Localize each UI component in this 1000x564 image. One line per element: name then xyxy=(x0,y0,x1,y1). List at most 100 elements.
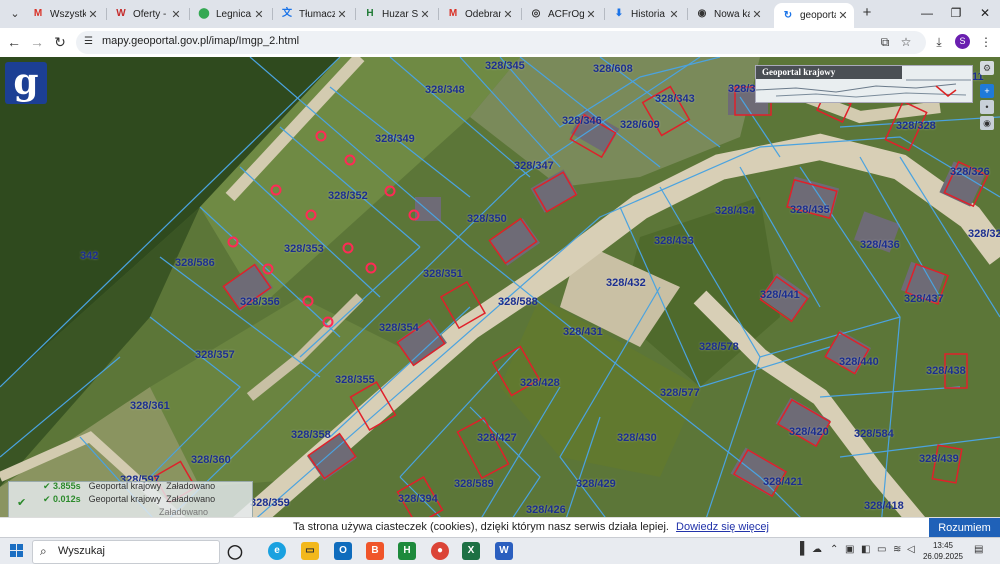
close-tab-icon[interactable]: ✕ xyxy=(252,8,266,21)
parcel-label: 328/588 xyxy=(498,296,538,308)
notifications-icon[interactable]: ▤ xyxy=(974,544,983,555)
menu-kebab-icon[interactable]: ⋮ xyxy=(978,34,994,50)
tab-label: ACFrOgC4 xyxy=(548,8,584,20)
chrome-icon[interactable]: ● xyxy=(431,542,449,560)
site-info-icon[interactable]: ☰ xyxy=(84,36,96,48)
onedrive-icon[interactable]: ☁ xyxy=(812,544,822,555)
parcel-label: 328/431 xyxy=(563,326,603,338)
outlook-icon[interactable]: O xyxy=(334,542,352,560)
taskbar-clock[interactable]: 13:45 26.09.2025 xyxy=(922,540,964,562)
parcel-label: 328/436 xyxy=(860,239,900,251)
tab-3[interactable]: 文 Tłumacz G✕ xyxy=(273,3,353,25)
cookie-message-wrap: Ta strona używa ciasteczek (cookies), dz… xyxy=(293,521,769,533)
tab-label: Oferty - W xyxy=(133,8,169,20)
address-bar[interactable]: ☰ mapy.geoportal.gov.pl/imap/Imgp_2.html xyxy=(76,31,926,54)
edge-icon[interactable]: e xyxy=(268,542,286,560)
tab-9-active[interactable]: ↻ geoportal✕ xyxy=(774,3,854,28)
battery-icon[interactable]: ▭ xyxy=(877,544,886,555)
status-state: Załadowano xyxy=(166,494,216,504)
parcel-label: 328/586 xyxy=(175,257,215,269)
parcel-label: 328/434 xyxy=(715,205,755,217)
tab-6[interactable]: ◎ ACFrOgC4✕ xyxy=(522,3,602,25)
geoportal-logo[interactable]: g xyxy=(5,62,47,104)
maximize-button[interactable]: ❐ xyxy=(941,4,971,22)
profile-avatar[interactable]: S xyxy=(955,34,970,49)
brave-icon[interactable]: B xyxy=(366,542,384,560)
tab-4[interactable]: H Huzar Soft✕ xyxy=(356,3,436,25)
wifi-icon[interactable]: ≋ xyxy=(893,544,901,555)
tab-0[interactable]: M Wszystkie✕ xyxy=(24,3,104,25)
windows-start-icon[interactable] xyxy=(10,544,23,557)
parcel-label: 328/343 xyxy=(655,93,695,105)
parcel-label: 328/356 xyxy=(240,296,280,308)
parcel-label: 328/357 xyxy=(195,349,235,361)
cookie-accept-button[interactable]: Rozumiem xyxy=(929,518,1000,538)
zoom-in-icon[interactable]: + xyxy=(980,84,994,98)
close-tab-icon[interactable]: ✕ xyxy=(750,8,764,21)
cast-icon[interactable]: ⧉ xyxy=(877,34,893,50)
downloads-icon[interactable]: ⤓ xyxy=(931,34,947,50)
close-tab-icon[interactable]: ✕ xyxy=(501,8,515,21)
parcel-label: 328/439 xyxy=(919,453,959,465)
parcel-label: 328/421 xyxy=(763,476,803,488)
web-icon: ◎ xyxy=(531,8,541,19)
map-view[interactable]: 328/345 328/608 328/348 328/343 328/3 32… xyxy=(0,57,1000,537)
parcel-label: 328/345 xyxy=(485,60,525,72)
parcel-label: 328/426 xyxy=(526,504,566,516)
file-explorer-icon[interactable]: ▭ xyxy=(301,542,319,560)
parcel-label: 328/437 xyxy=(904,293,944,305)
tray-app-icon[interactable]: ▣ xyxy=(845,544,854,555)
excel-icon[interactable]: X xyxy=(462,542,480,560)
taskbar-search[interactable]: ⌕ Wyszukaj xyxy=(32,540,220,564)
check-icon: ✔ xyxy=(17,497,27,509)
new-tab-button[interactable]: + xyxy=(858,4,876,22)
tray-app-icon-2[interactable]: ◧ xyxy=(861,544,870,555)
overview-map[interactable]: Geoportal krajowy xyxy=(755,65,973,103)
word-icon[interactable]: W xyxy=(495,542,513,560)
tab-5[interactable]: M Odebrane✕ xyxy=(439,3,519,25)
tab-label: Huzar Soft xyxy=(382,8,418,20)
close-tab-icon[interactable]: ✕ xyxy=(86,8,100,21)
task-view-icon[interactable]: ◯ xyxy=(226,542,244,560)
close-tab-icon[interactable]: ✕ xyxy=(335,8,349,21)
tab-search-icon[interactable]: ⌄ xyxy=(6,5,24,23)
parcel-label: 328/441 xyxy=(760,289,800,301)
parcel-label: 328/350 xyxy=(467,213,507,225)
parcel-label: 328/361 xyxy=(130,400,170,412)
tab-label: geoportal xyxy=(800,10,836,21)
chevron-up-icon[interactable]: ⌃ xyxy=(830,544,838,555)
tab-7[interactable]: ⬇ Historia p✕ xyxy=(605,3,685,25)
cookie-learn-more-link[interactable]: Dowiedz się więcej xyxy=(676,521,769,533)
status-row: Załadowano xyxy=(159,507,208,517)
parcel-label: 328/608 xyxy=(593,63,633,75)
back-button[interactable]: ← xyxy=(5,33,23,51)
eye-icon[interactable]: ◉ xyxy=(980,116,994,130)
bookmark-star-icon[interactable]: ☆ xyxy=(898,34,914,50)
parcel-label: 328/394 xyxy=(398,493,438,505)
status-time: 3.855s xyxy=(53,481,81,491)
close-tab-icon[interactable]: ✕ xyxy=(584,8,598,21)
close-window-button[interactable]: ✕ xyxy=(970,4,1000,22)
forward-button[interactable]: → xyxy=(28,33,46,51)
tab-8[interactable]: ◉ Nowa kart✕ xyxy=(688,3,768,25)
close-tab-icon[interactable]: ✕ xyxy=(836,9,850,22)
gear-icon[interactable]: ⚙ xyxy=(980,61,994,75)
status-state: Załadowano xyxy=(166,481,216,491)
reload-button[interactable]: ↻ xyxy=(51,33,69,51)
parcel-label: 328/326 xyxy=(950,166,990,178)
zoom-dot-icon[interactable]: • xyxy=(980,100,994,114)
parcel-label: 328/609 xyxy=(620,119,660,131)
tab-2[interactable]: ⬤ Legnica, M✕ xyxy=(190,3,270,25)
speaker-icon[interactable]: ◁ xyxy=(907,544,915,555)
minimize-button[interactable]: — xyxy=(912,4,942,22)
clock-date: 26.09.2025 xyxy=(922,552,964,561)
cookie-banner: Ta strona używa ciasteczek (cookies), dz… xyxy=(0,517,1000,538)
tab-1[interactable]: W Oferty - W✕ xyxy=(107,3,187,25)
huzar-app-icon[interactable]: H xyxy=(398,542,416,560)
close-tab-icon[interactable]: ✕ xyxy=(418,8,432,21)
parcel-label: 328/32 xyxy=(968,228,1000,240)
close-tab-icon[interactable]: ✕ xyxy=(667,8,681,21)
parcel-label: 328/351 xyxy=(423,268,463,280)
close-tab-icon[interactable]: ✕ xyxy=(169,8,183,21)
parcel-label: 328/578 xyxy=(699,341,739,353)
